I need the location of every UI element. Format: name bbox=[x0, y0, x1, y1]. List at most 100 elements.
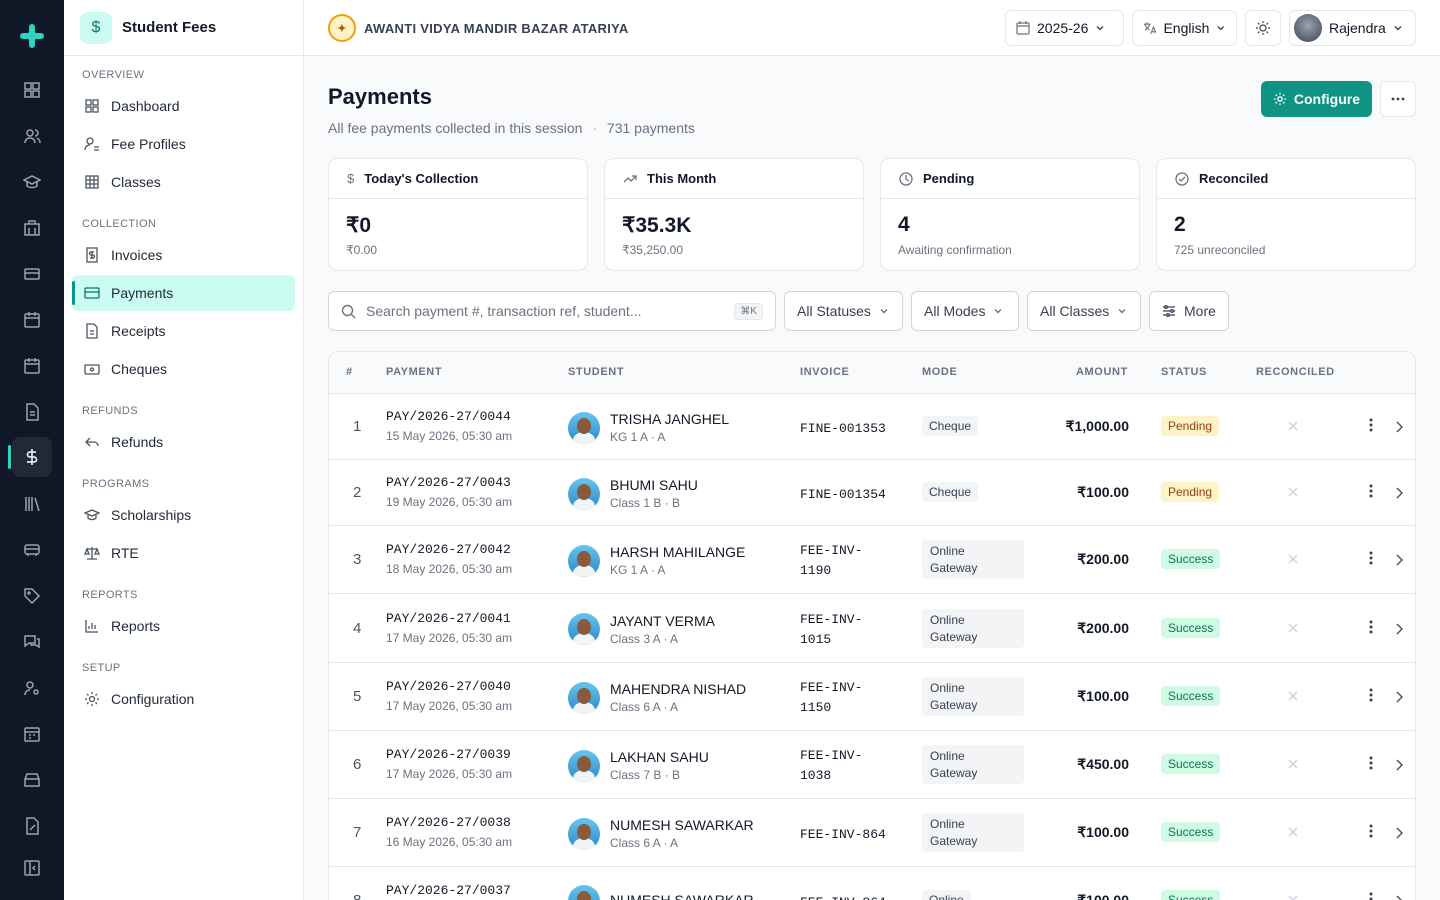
payment-id[interactable]: PAY/2026-27/0038 bbox=[386, 815, 512, 830]
sidebar-item-cheques[interactable]: Cheques bbox=[72, 351, 295, 387]
sidebar-item-payments[interactable]: Payments bbox=[72, 275, 295, 311]
rail-collapse-icon[interactable] bbox=[12, 848, 52, 888]
student-cell[interactable]: MAHENDRA NISHAD Class 6 A · A bbox=[568, 681, 746, 714]
sidebar-item-receipts[interactable]: Receipts bbox=[72, 313, 295, 349]
rail-events-icon[interactable] bbox=[12, 714, 52, 754]
more-filters-button[interactable]: More bbox=[1149, 291, 1229, 331]
chevron-right-icon[interactable] bbox=[1395, 486, 1404, 504]
payment-cell[interactable]: PAY/2026-27/0040 17 May 2026, 05:30 am bbox=[386, 679, 512, 713]
status-filter[interactable]: All Statuses bbox=[784, 291, 903, 331]
row-menu-icon[interactable] bbox=[1369, 892, 1373, 900]
table-row[interactable]: 2 PAY/2026-27/0043 19 May 2026, 05:30 am BH… bbox=[329, 460, 1415, 526]
col-payment[interactable]: PAYMENT bbox=[386, 366, 442, 378]
invoice-cell[interactable]: FEE-INV- 1015 bbox=[800, 610, 862, 650]
invoice-cell[interactable]: FINE-001354 bbox=[800, 485, 886, 505]
sidebar-item-fee-profiles[interactable]: Fee Profiles bbox=[72, 126, 295, 162]
student-cell[interactable]: NUMESH SAWARKAR Class 6 A · A bbox=[568, 817, 754, 850]
table-row[interactable]: 8 PAY/2026-27/0037 NUMESH SAWARKAR FEE-INV-… bbox=[329, 867, 1415, 900]
student-cell[interactable]: BHUMI SAHU Class 1 B · B bbox=[568, 477, 698, 510]
search-input[interactable] bbox=[366, 303, 725, 319]
row-menu-icon[interactable] bbox=[1369, 484, 1373, 503]
col-reconciled[interactable]: RECONCILED bbox=[1256, 366, 1335, 378]
language-select[interactable]: English bbox=[1132, 10, 1237, 46]
row-menu-icon[interactable] bbox=[1369, 620, 1373, 639]
table-row[interactable]: 5 PAY/2026-27/0040 17 May 2026, 05:30 am MA… bbox=[329, 663, 1415, 731]
sidebar-item-scholarships[interactable]: Scholarships bbox=[72, 497, 295, 533]
rail-users-icon[interactable] bbox=[12, 116, 52, 156]
payment-id[interactable]: PAY/2026-27/0039 bbox=[386, 747, 512, 762]
sidebar-item-rte[interactable]: RTE bbox=[72, 535, 295, 571]
table-row[interactable]: 3 PAY/2026-27/0042 18 May 2026, 05:30 am HA… bbox=[329, 526, 1415, 594]
table-row[interactable]: 6 PAY/2026-27/0039 17 May 2026, 05:30 am LA… bbox=[329, 731, 1415, 799]
rail-user-settings-icon[interactable] bbox=[12, 668, 52, 708]
payment-id[interactable]: PAY/2026-27/0040 bbox=[386, 679, 512, 694]
chevron-right-icon[interactable] bbox=[1395, 758, 1404, 776]
chevron-right-icon[interactable] bbox=[1395, 553, 1404, 571]
rail-schedule-icon[interactable] bbox=[12, 346, 52, 386]
student-cell[interactable]: LAKHAN SAHU Class 7 B · B bbox=[568, 749, 709, 782]
invoice-cell[interactable]: FINE-001353 bbox=[800, 419, 886, 439]
invoice-cell[interactable]: FEE-INV-864 bbox=[800, 825, 886, 845]
configure-button[interactable]: Configure bbox=[1260, 81, 1372, 117]
payment-cell[interactable]: PAY/2026-27/0044 15 May 2026, 05:30 am bbox=[386, 409, 512, 443]
student-cell[interactable]: NUMESH SAWARKAR bbox=[568, 885, 754, 900]
rail-calendar-icon[interactable] bbox=[12, 300, 52, 340]
payment-id[interactable]: PAY/2026-27/0037 bbox=[386, 883, 511, 898]
app-logo-icon[interactable] bbox=[16, 20, 48, 52]
sidebar-item-dashboard[interactable]: Dashboard bbox=[72, 88, 295, 124]
table-row[interactable]: 4 PAY/2026-27/0041 17 May 2026, 05:30 am JA… bbox=[329, 594, 1415, 663]
chevron-right-icon[interactable] bbox=[1395, 894, 1403, 900]
col-status[interactable]: STATUS bbox=[1161, 366, 1207, 378]
payment-cell[interactable]: PAY/2026-27/0039 17 May 2026, 05:30 am bbox=[386, 747, 512, 781]
col-invoice[interactable]: INVOICE bbox=[800, 366, 849, 378]
payment-id[interactable]: PAY/2026-27/0043 bbox=[386, 475, 512, 490]
rail-building-icon[interactable] bbox=[12, 208, 52, 248]
chevron-right-icon[interactable] bbox=[1395, 420, 1404, 438]
col-mode[interactable]: MODE bbox=[922, 366, 957, 378]
student-cell[interactable]: JAYANT VERMA Class 3 A · A bbox=[568, 613, 715, 646]
table-row[interactable]: 7 PAY/2026-27/0038 16 May 2026, 05:30 am NU… bbox=[329, 799, 1415, 867]
row-menu-icon[interactable] bbox=[1369, 551, 1373, 570]
rail-fees-icon[interactable] bbox=[8, 437, 52, 477]
payment-cell[interactable]: PAY/2026-27/0042 18 May 2026, 05:30 am bbox=[386, 542, 512, 576]
rail-files-icon[interactable] bbox=[12, 806, 52, 846]
user-menu[interactable]: Rajendra bbox=[1289, 10, 1416, 46]
chevron-right-icon[interactable] bbox=[1395, 826, 1404, 844]
rail-document-icon[interactable] bbox=[12, 392, 52, 432]
invoice-cell[interactable]: FEE-INV- 1190 bbox=[800, 541, 862, 581]
payment-id[interactable]: PAY/2026-27/0041 bbox=[386, 611, 512, 626]
sidebar-item-refunds[interactable]: Refunds bbox=[72, 424, 295, 460]
rail-messages-icon[interactable] bbox=[12, 622, 52, 662]
student-cell[interactable]: HARSH MAHILANGE KG 1 A · A bbox=[568, 544, 745, 577]
table-row[interactable]: 1 PAY/2026-27/0044 15 May 2026, 05:30 am TR… bbox=[329, 394, 1415, 460]
more-actions-button[interactable] bbox=[1380, 81, 1416, 117]
search-box[interactable]: ⌘K bbox=[328, 291, 776, 331]
student-cell[interactable]: TRISHA JANGHEL KG 1 A · A bbox=[568, 411, 729, 444]
rail-card-icon[interactable] bbox=[12, 254, 52, 294]
mode-filter[interactable]: All Modes bbox=[911, 291, 1019, 331]
payment-cell[interactable]: PAY/2026-27/0041 17 May 2026, 05:30 am bbox=[386, 611, 512, 645]
payment-id[interactable]: PAY/2026-27/0042 bbox=[386, 542, 512, 557]
col-student[interactable]: STUDENT bbox=[568, 366, 624, 378]
invoice-cell[interactable]: FEE-INV- 1150 bbox=[800, 678, 862, 718]
rail-bus-icon[interactable] bbox=[12, 530, 52, 570]
rail-dashboard-icon[interactable] bbox=[12, 70, 52, 110]
session-select[interactable]: 2025-26 bbox=[1005, 10, 1124, 46]
payment-cell[interactable]: PAY/2026-27/0037 bbox=[386, 883, 511, 900]
row-menu-icon[interactable] bbox=[1369, 688, 1373, 707]
rail-inventory-icon[interactable] bbox=[12, 760, 52, 800]
sidebar-item-reports[interactable]: Reports bbox=[72, 608, 295, 644]
row-menu-icon[interactable] bbox=[1369, 756, 1373, 775]
payment-id[interactable]: PAY/2026-27/0044 bbox=[386, 409, 512, 424]
row-menu-icon[interactable] bbox=[1369, 824, 1373, 843]
payment-cell[interactable]: PAY/2026-27/0038 16 May 2026, 05:30 am bbox=[386, 815, 512, 849]
rail-tag-icon[interactable] bbox=[12, 576, 52, 616]
sidebar-item-classes[interactable]: Classes bbox=[72, 164, 295, 200]
rail-library-icon[interactable] bbox=[12, 484, 52, 524]
class-filter[interactable]: All Classes bbox=[1027, 291, 1141, 331]
payment-cell[interactable]: PAY/2026-27/0043 19 May 2026, 05:30 am bbox=[386, 475, 512, 509]
rail-graduation-icon[interactable] bbox=[12, 162, 52, 202]
chevron-right-icon[interactable] bbox=[1395, 690, 1404, 708]
sidebar-item-invoices[interactable]: Invoices bbox=[72, 237, 295, 273]
theme-toggle[interactable] bbox=[1245, 10, 1281, 46]
